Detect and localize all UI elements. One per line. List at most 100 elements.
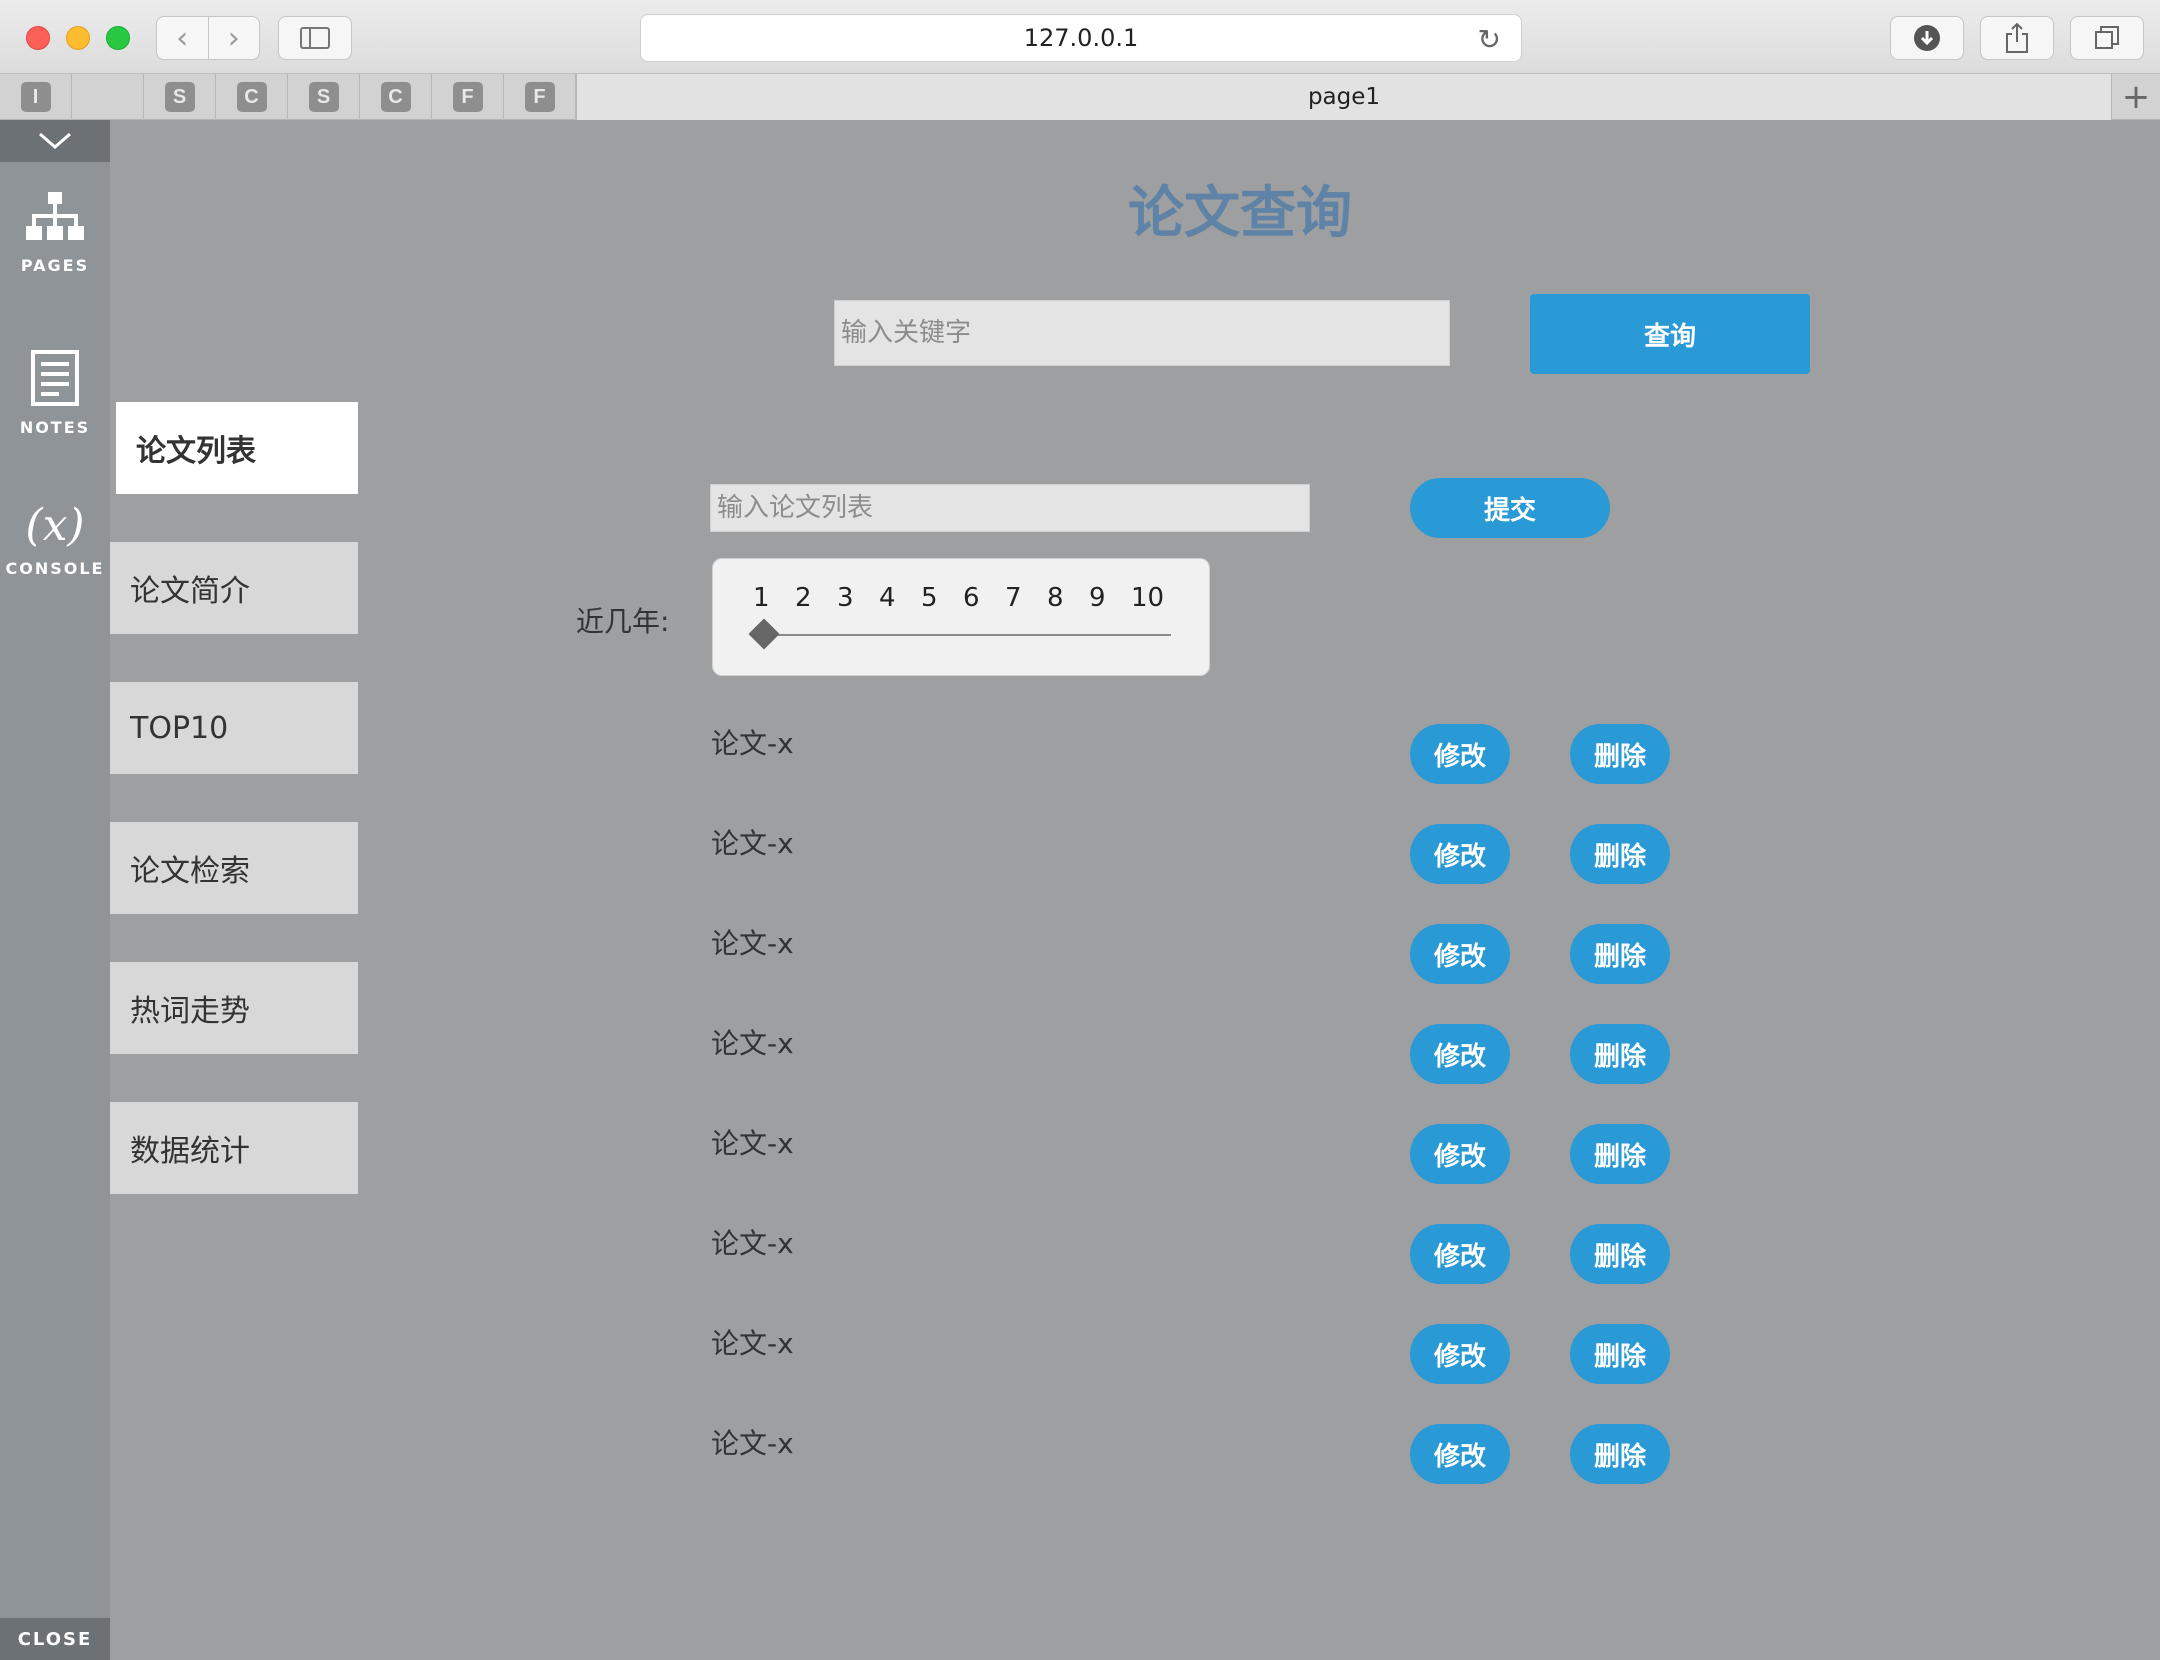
download-icon [1914,25,1940,51]
year-slider: 1 2 3 4 5 6 7 8 9 10 [712,558,1210,676]
sitemap-icon [26,192,84,240]
edit-button[interactable]: 修改 [1410,1424,1510,1484]
slider-tick: 1 [753,583,770,613]
favicon-icon: F [452,82,483,112]
pinned-tab[interactable]: I [0,74,72,120]
page-canvas: 论文查询 查询 提交 论文列表 论文简介 TOP10 论文检索 热词走势 数据统… [110,120,2112,1660]
variable-icon: (x) [25,500,85,551]
tabs-icon [2095,26,2119,49]
close-rail-button[interactable]: CLOSE [0,1618,110,1660]
slider-thumb[interactable] [748,618,780,650]
tab-overview-button[interactable] [2070,16,2144,60]
paper-row-label: 论文-x [711,1327,794,1360]
nav-item-paper-search[interactable]: 论文检索 [110,822,358,914]
slider-tick: 9 [1089,583,1106,613]
favicon-icon: C [236,82,267,112]
pages-button[interactable]: PAGES [0,192,110,275]
pinned-tab[interactable]: C [216,74,288,120]
slider-tick: 4 [879,583,896,613]
submit-button[interactable]: 提交 [1410,478,1610,538]
delete-button[interactable]: 删除 [1570,1324,1670,1384]
slider-ticks: 1 2 3 4 5 6 7 8 9 10 [753,583,1173,613]
favicon-icon: C [380,82,411,112]
notes-button[interactable]: NOTES [0,350,110,437]
minimize-window-button[interactable] [66,26,90,50]
browser-toolbar: ‹ › 127.0.0.1 ↻ [0,0,2160,74]
pinned-tab[interactable]: F [432,74,504,120]
collapse-rail-button[interactable] [0,120,110,162]
pinned-tab[interactable]: S [144,74,216,120]
chevron-right-icon: › [227,20,240,56]
favicon-icon: S [164,82,195,112]
forward-button[interactable]: › [207,17,260,59]
console-button[interactable]: (x) CONSOLE [0,500,110,578]
console-label: CONSOLE [5,559,105,578]
pinned-tab[interactable] [72,74,144,120]
delete-button[interactable]: 删除 [1570,824,1670,884]
nav-item-hotword-trend[interactable]: 热词走势 [110,962,358,1054]
slider-tick: 10 [1131,583,1165,613]
paper-row-label: 论文-x [711,1027,794,1060]
sidebar-toggle-button[interactable] [278,16,352,60]
delete-button[interactable]: 删除 [1570,1224,1670,1284]
nav-item-paper-list[interactable]: 论文列表 [116,402,358,494]
edit-button[interactable]: 修改 [1410,1324,1510,1384]
favicon-icon: S [308,82,339,112]
reload-icon[interactable]: ↻ [1478,23,1501,56]
active-tab[interactable]: page1 [576,74,2112,120]
close-window-button[interactable] [26,26,50,50]
history-nav: ‹ › [156,16,260,60]
slider-tick: 7 [1005,583,1022,613]
tab-title: page1 [1307,84,1381,110]
nav-item-paper-intro[interactable]: 论文简介 [110,542,358,634]
address-bar[interactable]: 127.0.0.1 ↻ [640,14,1522,62]
sidebar-icon [300,27,330,49]
slider-tick: 2 [795,583,812,613]
page-title: 论文查询 [1128,181,1352,246]
keyword-search-input[interactable] [834,300,1450,366]
downloads-button[interactable] [1890,16,1964,60]
edit-button[interactable]: 修改 [1410,1224,1510,1284]
tool-rail: PAGES NOTES (x) CONSOLE CLOSE [0,120,110,1660]
delete-button[interactable]: 删除 [1570,1124,1670,1184]
query-button[interactable]: 查询 [1530,294,1810,374]
paper-list-input[interactable] [710,484,1310,532]
delete-button[interactable]: 删除 [1570,724,1670,784]
edit-button[interactable]: 修改 [1410,924,1510,984]
share-icon [2006,22,2028,53]
share-button[interactable] [1980,16,2054,60]
nav-item-top10[interactable]: TOP10 [110,682,358,774]
edit-button[interactable]: 修改 [1410,1024,1510,1084]
notes-label: NOTES [19,418,91,437]
edit-button[interactable]: 修改 [1410,724,1510,784]
slider-tick: 3 [837,583,854,613]
zoom-window-button[interactable] [106,26,130,50]
edit-button[interactable]: 修改 [1410,1124,1510,1184]
favicon-icon: I [20,82,51,112]
delete-button[interactable]: 删除 [1570,1024,1670,1084]
plus-icon: + [2121,77,2151,117]
delete-button[interactable]: 删除 [1570,924,1670,984]
slider-tick: 8 [1047,583,1064,613]
tab-bar: I S C S C F F page1 + [0,74,2160,120]
nav-item-data-stats[interactable]: 数据统计 [110,1102,358,1194]
edit-button[interactable]: 修改 [1410,824,1510,884]
new-tab-button[interactable]: + [2112,74,2160,120]
paper-row-label: 论文-x [711,1427,794,1460]
pinned-tab[interactable]: S [288,74,360,120]
recent-years-label: 近几年: [576,605,670,638]
paper-row-label: 论文-x [711,1227,794,1260]
back-button[interactable]: ‹ [157,17,208,59]
pinned-tab[interactable]: F [504,74,576,120]
url-text: 127.0.0.1 [1023,24,1139,52]
paper-row-label: 论文-x [711,727,794,760]
pages-label: PAGES [20,256,90,275]
paper-row-label: 论文-x [711,1127,794,1160]
delete-button[interactable]: 删除 [1570,1424,1670,1484]
chevron-left-icon: ‹ [176,20,189,56]
paper-row-label: 论文-x [711,827,794,860]
pinned-tab[interactable]: C [360,74,432,120]
slider-tick: 5 [921,583,938,613]
slider-track[interactable] [755,634,1171,636]
notes-icon [31,350,79,406]
